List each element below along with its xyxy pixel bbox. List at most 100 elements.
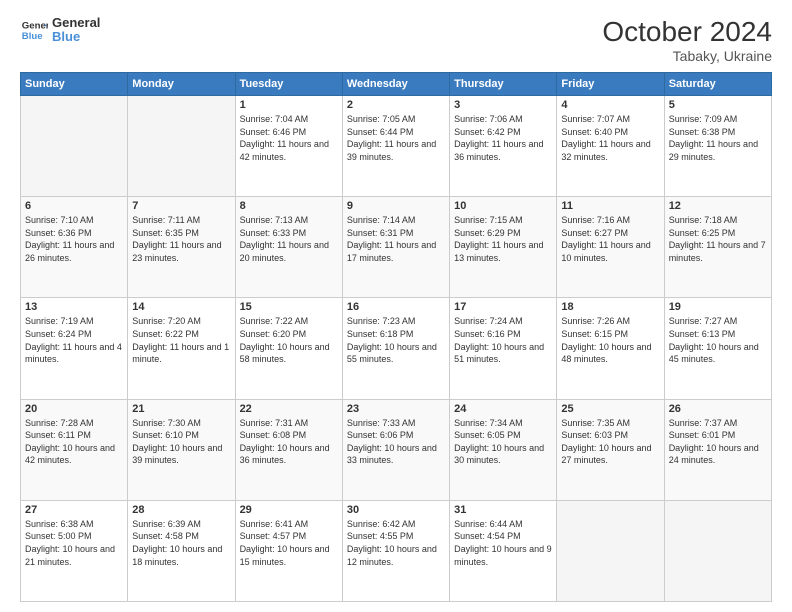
day-number: 31	[454, 504, 552, 516]
calendar-cell: 15Sunrise: 7:22 AM Sunset: 6:20 PM Dayli…	[235, 298, 342, 399]
calendar-week-row: 1 Sunrise: 7:04 AM Sunset: 6:46 PM Daylig…	[21, 96, 772, 197]
calendar-cell: 6 Sunrise: 7:10 AM Sunset: 6:36 PM Daylig…	[21, 197, 128, 298]
logo-line2: Blue	[52, 30, 100, 44]
calendar-cell	[664, 500, 771, 601]
day-info: Sunrise: 7:11 AM Sunset: 6:35 PM Dayligh…	[132, 214, 230, 264]
day-info: Sunrise: 7:06 AM Sunset: 6:42 PM Dayligh…	[454, 113, 552, 163]
day-info: Sunrise: 7:37 AM Sunset: 6:01 PM Dayligh…	[669, 417, 767, 467]
day-number: 15	[240, 301, 338, 313]
weekday-row: SundayMondayTuesdayWednesdayThursdayFrid…	[21, 73, 772, 96]
day-info: Sunrise: 7:04 AM Sunset: 6:46 PM Dayligh…	[240, 113, 338, 163]
day-number: 30	[347, 504, 445, 516]
day-number: 21	[132, 403, 230, 415]
day-info: Sunrise: 7:24 AM Sunset: 6:16 PM Dayligh…	[454, 315, 552, 365]
day-info: Sunrise: 7:19 AM Sunset: 6:24 PM Dayligh…	[25, 315, 123, 365]
day-info: Sunrise: 6:41 AM Sunset: 4:57 PM Dayligh…	[240, 518, 338, 568]
logo-icon: General Blue	[20, 16, 48, 44]
day-info: Sunrise: 6:44 AM Sunset: 4:54 PM Dayligh…	[454, 518, 552, 568]
day-number: 1	[240, 99, 338, 111]
day-info: Sunrise: 7:16 AM Sunset: 6:27 PM Dayligh…	[561, 214, 659, 264]
calendar-cell: 4 Sunrise: 7:07 AM Sunset: 6:40 PM Daylig…	[557, 96, 664, 197]
day-number: 9	[347, 200, 445, 212]
calendar-week-row: 27 Sunrise: 6:38 AM Sunset: 5:00 PM Dayli…	[21, 500, 772, 601]
weekday-header: Saturday	[664, 73, 771, 96]
day-info: Sunrise: 7:05 AM Sunset: 6:44 PM Dayligh…	[347, 113, 445, 163]
day-number: 22	[240, 403, 338, 415]
day-number: 7	[132, 200, 230, 212]
day-number: 25	[561, 403, 659, 415]
calendar-cell: 18 Sunrise: 7:26 AM Sunset: 6:15 PM Dayli…	[557, 298, 664, 399]
day-number: 20	[25, 403, 123, 415]
calendar-week-row: 13 Sunrise: 7:19 AM Sunset: 6:24 PM Dayli…	[21, 298, 772, 399]
weekday-header: Wednesday	[342, 73, 449, 96]
calendar-cell: 25 Sunrise: 7:35 AM Sunset: 6:03 PM Dayli…	[557, 399, 664, 500]
day-info: Sunrise: 7:28 AM Sunset: 6:11 PM Dayligh…	[25, 417, 123, 467]
weekday-header: Friday	[557, 73, 664, 96]
calendar-cell	[21, 96, 128, 197]
day-info: Sunrise: 7:14 AM Sunset: 6:31 PM Dayligh…	[347, 214, 445, 264]
day-info: Sunrise: 6:42 AM Sunset: 4:55 PM Dayligh…	[347, 518, 445, 568]
calendar-cell: 13 Sunrise: 7:19 AM Sunset: 6:24 PM Dayli…	[21, 298, 128, 399]
day-info: Sunrise: 7:33 AM Sunset: 6:06 PM Dayligh…	[347, 417, 445, 467]
day-info: Sunrise: 7:35 AM Sunset: 6:03 PM Dayligh…	[561, 417, 659, 467]
day-number: 19	[669, 301, 767, 313]
calendar-header: SundayMondayTuesdayWednesdayThursdayFrid…	[21, 73, 772, 96]
day-number: 6	[25, 200, 123, 212]
logo-line1: General	[52, 16, 100, 30]
page: General Blue General Blue October 2024 T…	[0, 0, 792, 612]
day-number: 13	[25, 301, 123, 313]
calendar-cell: 23Sunrise: 7:33 AM Sunset: 6:06 PM Dayli…	[342, 399, 449, 500]
calendar-subtitle: Tabaky, Ukraine	[602, 48, 772, 64]
day-number: 24	[454, 403, 552, 415]
calendar-body: 1 Sunrise: 7:04 AM Sunset: 6:46 PM Daylig…	[21, 96, 772, 602]
day-info: Sunrise: 7:09 AM Sunset: 6:38 PM Dayligh…	[669, 113, 767, 163]
day-info: Sunrise: 7:27 AM Sunset: 6:13 PM Dayligh…	[669, 315, 767, 365]
logo-text: General Blue	[52, 16, 100, 45]
day-number: 28	[132, 504, 230, 516]
calendar-cell: 19 Sunrise: 7:27 AM Sunset: 6:13 PM Dayli…	[664, 298, 771, 399]
calendar-week-row: 20 Sunrise: 7:28 AM Sunset: 6:11 PM Dayli…	[21, 399, 772, 500]
day-info: Sunrise: 7:18 AM Sunset: 6:25 PM Dayligh…	[669, 214, 767, 264]
day-info: Sunrise: 6:39 AM Sunset: 4:58 PM Dayligh…	[132, 518, 230, 568]
calendar-cell: 29 Sunrise: 6:41 AM Sunset: 4:57 PM Dayli…	[235, 500, 342, 601]
weekday-header: Monday	[128, 73, 235, 96]
calendar-cell: 8Sunrise: 7:13 AM Sunset: 6:33 PM Daylig…	[235, 197, 342, 298]
day-number: 18	[561, 301, 659, 313]
day-number: 17	[454, 301, 552, 313]
day-number: 29	[240, 504, 338, 516]
day-info: Sunrise: 7:30 AM Sunset: 6:10 PM Dayligh…	[132, 417, 230, 467]
calendar-cell: 24Sunrise: 7:34 AM Sunset: 6:05 PM Dayli…	[450, 399, 557, 500]
day-number: 3	[454, 99, 552, 111]
calendar-cell: 5 Sunrise: 7:09 AM Sunset: 6:38 PM Daylig…	[664, 96, 771, 197]
calendar-cell: 9 Sunrise: 7:14 AM Sunset: 6:31 PM Daylig…	[342, 197, 449, 298]
day-info: Sunrise: 7:31 AM Sunset: 6:08 PM Dayligh…	[240, 417, 338, 467]
calendar-cell: 3 Sunrise: 7:06 AM Sunset: 6:42 PM Daylig…	[450, 96, 557, 197]
calendar-cell: 27 Sunrise: 6:38 AM Sunset: 5:00 PM Dayli…	[21, 500, 128, 601]
calendar-cell	[128, 96, 235, 197]
calendar-cell: 20 Sunrise: 7:28 AM Sunset: 6:11 PM Dayli…	[21, 399, 128, 500]
calendar-table: SundayMondayTuesdayWednesdayThursdayFrid…	[20, 72, 772, 602]
day-info: Sunrise: 7:26 AM Sunset: 6:15 PM Dayligh…	[561, 315, 659, 365]
day-number: 2	[347, 99, 445, 111]
weekday-header: Thursday	[450, 73, 557, 96]
day-number: 5	[669, 99, 767, 111]
day-info: Sunrise: 6:38 AM Sunset: 5:00 PM Dayligh…	[25, 518, 123, 568]
day-number: 27	[25, 504, 123, 516]
calendar-cell: 11Sunrise: 7:16 AM Sunset: 6:27 PM Dayli…	[557, 197, 664, 298]
calendar-cell: 12 Sunrise: 7:18 AM Sunset: 6:25 PM Dayli…	[664, 197, 771, 298]
day-number: 4	[561, 99, 659, 111]
calendar-cell: 7 Sunrise: 7:11 AM Sunset: 6:35 PM Daylig…	[128, 197, 235, 298]
day-info: Sunrise: 7:07 AM Sunset: 6:40 PM Dayligh…	[561, 113, 659, 163]
svg-text:Blue: Blue	[22, 31, 43, 42]
weekday-header: Sunday	[21, 73, 128, 96]
day-info: Sunrise: 7:10 AM Sunset: 6:36 PM Dayligh…	[25, 214, 123, 264]
calendar-cell	[557, 500, 664, 601]
calendar-cell: 2 Sunrise: 7:05 AM Sunset: 6:44 PM Daylig…	[342, 96, 449, 197]
day-number: 12	[669, 200, 767, 212]
day-number: 14	[132, 301, 230, 313]
calendar-cell: 17 Sunrise: 7:24 AM Sunset: 6:16 PM Dayli…	[450, 298, 557, 399]
svg-text:General: General	[22, 21, 48, 32]
calendar-cell: 31 Sunrise: 6:44 AM Sunset: 4:54 PM Dayli…	[450, 500, 557, 601]
calendar-cell: 26Sunrise: 7:37 AM Sunset: 6:01 PM Dayli…	[664, 399, 771, 500]
day-info: Sunrise: 7:15 AM Sunset: 6:29 PM Dayligh…	[454, 214, 552, 264]
